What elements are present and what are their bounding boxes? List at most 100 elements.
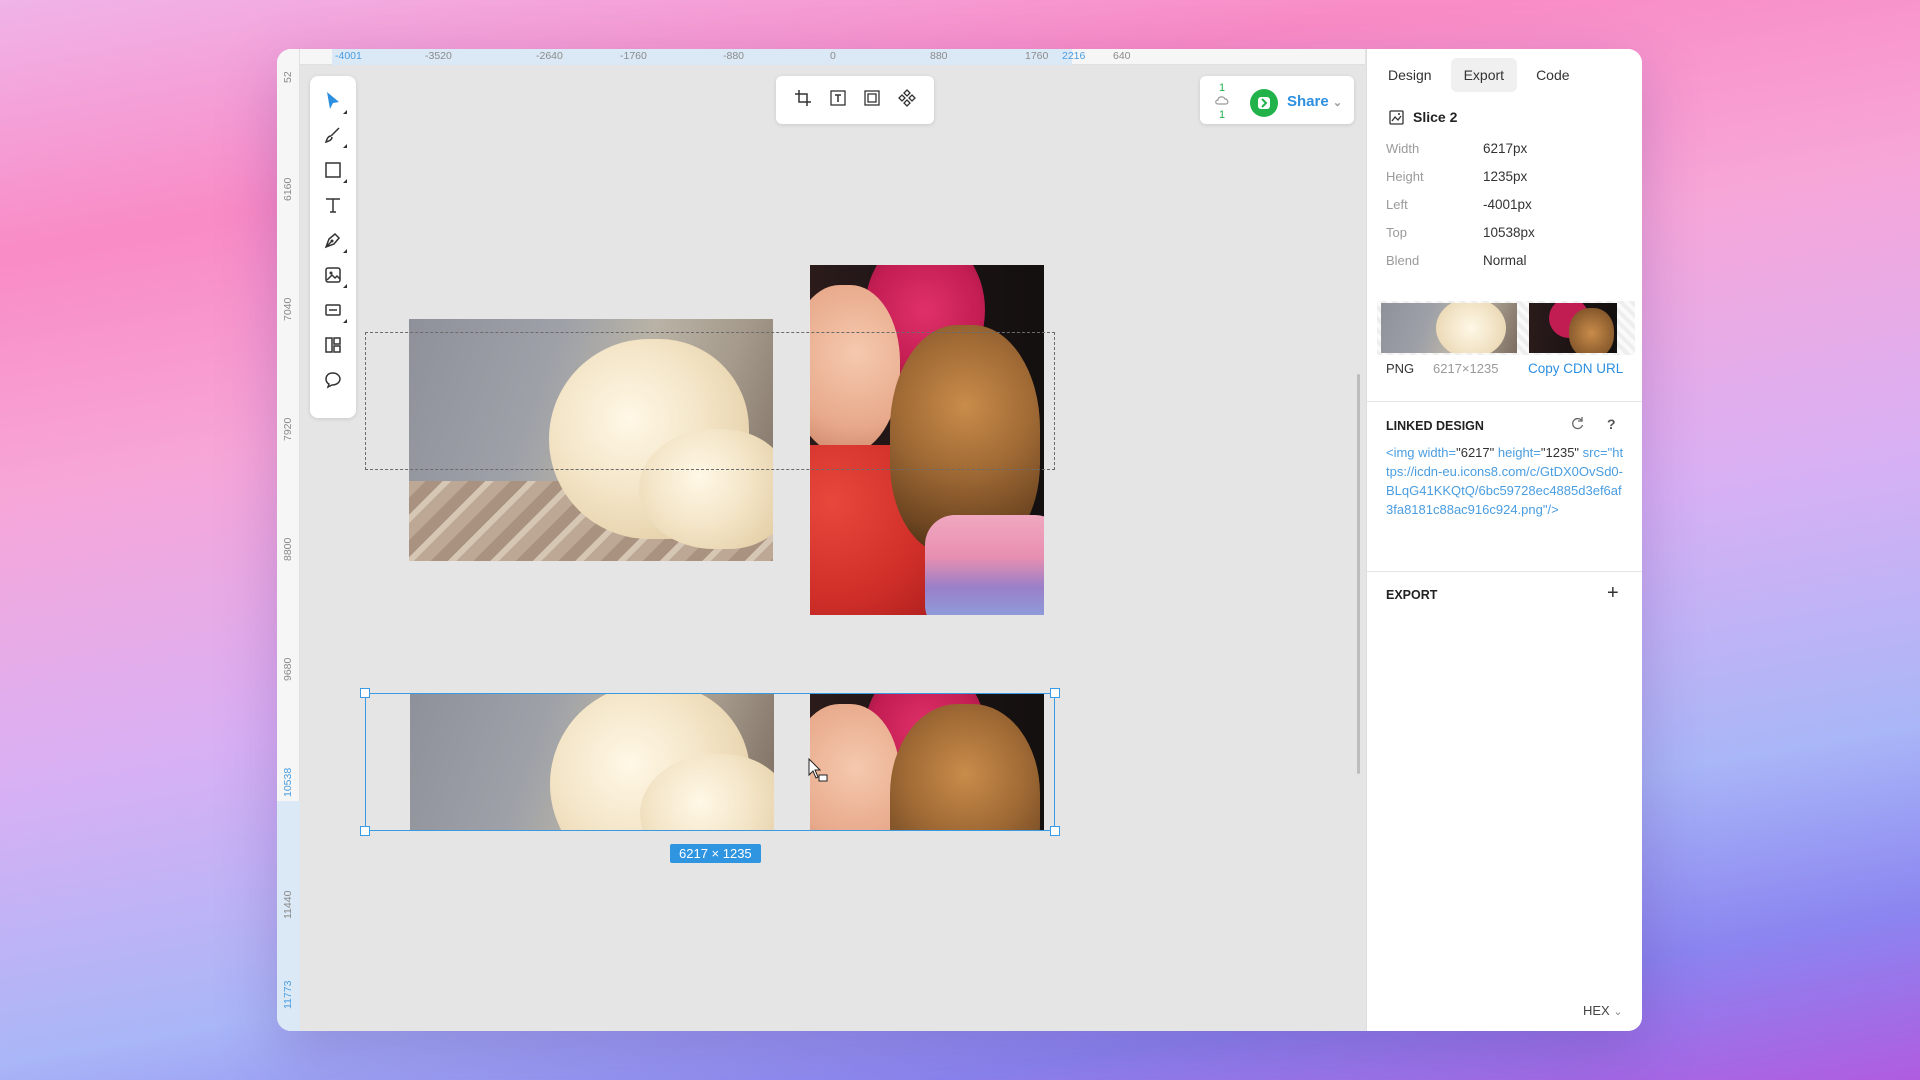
- linked-design-heading: LINKED DESIGN: [1386, 419, 1484, 433]
- export-dimensions: 6217×1235: [1433, 361, 1499, 376]
- pen-tool[interactable]: [318, 225, 348, 255]
- cloud-icon: [1215, 96, 1229, 105]
- copy-cdn-url-link[interactable]: Copy CDN URL: [1528, 361, 1623, 376]
- preview-dog-thumb: [1381, 303, 1517, 353]
- brush-tool[interactable]: [318, 120, 348, 150]
- divider: [1367, 401, 1642, 402]
- image-frame-icon[interactable]: [863, 89, 881, 112]
- divider: [1367, 571, 1642, 572]
- color-mode-select[interactable]: HEX ⌄: [1583, 1003, 1623, 1018]
- ruler-tick: 880: [930, 50, 948, 62]
- tab-code[interactable]: Code: [1523, 58, 1582, 92]
- ruler-tick: 10538: [282, 767, 294, 797]
- editor-window: -4001 -3520 -2640 -1760 -880 0 880 1760 …: [277, 49, 1642, 1031]
- select-tool[interactable]: [318, 86, 348, 116]
- ruler-tick: 6160: [282, 177, 294, 201]
- resize-handle-bottom-left[interactable]: [360, 826, 370, 836]
- code-tag-open: <img: [1386, 445, 1419, 460]
- tab-export[interactable]: Export: [1450, 58, 1518, 92]
- code-width-attr: width=: [1418, 445, 1457, 460]
- preview-cat-thumb: [1529, 303, 1617, 353]
- ruler-tick: 8800: [282, 537, 294, 561]
- blend-label: Blend: [1386, 253, 1420, 268]
- tab-design[interactable]: Design: [1375, 58, 1445, 92]
- code-tag-close: />: [1547, 502, 1559, 517]
- blend-value[interactable]: Normal: [1483, 253, 1527, 268]
- ruler-tick: -880: [723, 50, 745, 62]
- panel-tabs: Design Export Code: [1375, 58, 1583, 92]
- code-height-val: "1235": [1540, 445, 1580, 460]
- ruler-tick: 9680: [282, 657, 294, 681]
- ruler-tick: 2216: [1062, 50, 1086, 62]
- pen-icon: [324, 232, 341, 249]
- sync-count: 1: [1218, 82, 1226, 94]
- layer-name: Slice 2: [1413, 109, 1458, 125]
- resize-handle-top-left[interactable]: [360, 688, 370, 698]
- width-label: Width: [1386, 141, 1420, 156]
- help-icon[interactable]: ?: [1607, 416, 1616, 432]
- ruler-tick: -1760: [620, 50, 647, 62]
- image-icon: [325, 267, 341, 283]
- share-button[interactable]: Share ⌄: [1287, 93, 1342, 110]
- ruler-tick: 0: [830, 50, 836, 62]
- add-export-icon[interactable]: +: [1607, 582, 1619, 605]
- ruler-tick: -2640: [536, 50, 563, 62]
- chevron-down-icon: ⌄: [1332, 97, 1343, 109]
- slice-1-outline[interactable]: [365, 332, 1055, 470]
- width-value[interactable]: 6217px: [1483, 141, 1527, 156]
- text-icon: [326, 198, 340, 213]
- rectangle-tool[interactable]: [318, 155, 348, 185]
- share-area: 1 1 Share ⌄: [1200, 76, 1354, 124]
- selection-dimensions-label: 6217 × 1235: [670, 844, 761, 863]
- sleeve-graphic: [925, 515, 1044, 615]
- slice-2-selection[interactable]: [365, 693, 1055, 831]
- code-width-val: "6217": [1456, 445, 1495, 460]
- rectangle-icon: [325, 162, 341, 178]
- left-label: Left: [1386, 197, 1408, 212]
- height-label: Height: [1386, 169, 1424, 184]
- crop-icon[interactable]: [794, 89, 812, 112]
- arrow-cursor-icon: [327, 92, 339, 109]
- color-mode-label: HEX: [1583, 1003, 1610, 1018]
- layer-title: Slice 2: [1389, 109, 1457, 125]
- image-tool[interactable]: [318, 260, 348, 290]
- comment-tool[interactable]: [318, 365, 348, 395]
- resize-handle-bottom-right[interactable]: [1050, 826, 1060, 836]
- refresh-icon[interactable]: [1570, 416, 1585, 434]
- ruler-tick: 11773: [282, 980, 294, 1009]
- embed-code-snippet[interactable]: <img width="6217" height="1235" src="htt…: [1386, 443, 1626, 519]
- comment-icon: [325, 372, 341, 389]
- code-src-attr: src=: [1579, 445, 1608, 460]
- app-logo-icon: [1258, 97, 1270, 109]
- slice-icon: [1389, 109, 1404, 125]
- properties-panel: Design Export Code Slice 2 Width 6217px …: [1366, 49, 1642, 1031]
- code-height-attr: height=: [1494, 445, 1541, 460]
- export-format[interactable]: PNG: [1386, 361, 1414, 376]
- export-preview: [1377, 301, 1635, 355]
- resize-handle-top-right[interactable]: [1050, 688, 1060, 698]
- context-toolbar: [776, 76, 934, 124]
- cloud-sync-indicator[interactable]: 1 1: [1210, 82, 1234, 121]
- share-label: Share: [1287, 93, 1329, 110]
- tool-palette: [310, 76, 356, 418]
- ruler-tick: 640: [1113, 50, 1131, 62]
- ruler-tick: 7040: [282, 297, 294, 321]
- top-label: Top: [1386, 225, 1407, 240]
- height-value[interactable]: 1235px: [1483, 169, 1527, 184]
- frame-tool[interactable]: [318, 295, 348, 325]
- user-avatar[interactable]: [1250, 89, 1278, 117]
- ruler-tick: -4001: [335, 50, 362, 62]
- brush-icon: [324, 127, 340, 144]
- frame-icon: [325, 304, 341, 316]
- text-tool[interactable]: [318, 190, 348, 220]
- left-value[interactable]: -4001px: [1483, 197, 1532, 212]
- canvas-scrollbar[interactable]: [1357, 374, 1360, 774]
- component-icon[interactable]: [897, 88, 916, 112]
- export-heading: EXPORT: [1386, 588, 1438, 602]
- mouse-cursor-icon: [808, 758, 828, 782]
- component-tool[interactable]: [318, 330, 348, 360]
- component-icon: [325, 337, 341, 353]
- top-value[interactable]: 10538px: [1483, 225, 1535, 240]
- chevron-down-icon: ⌄: [1613, 1006, 1623, 1018]
- text-frame-icon[interactable]: [829, 89, 847, 112]
